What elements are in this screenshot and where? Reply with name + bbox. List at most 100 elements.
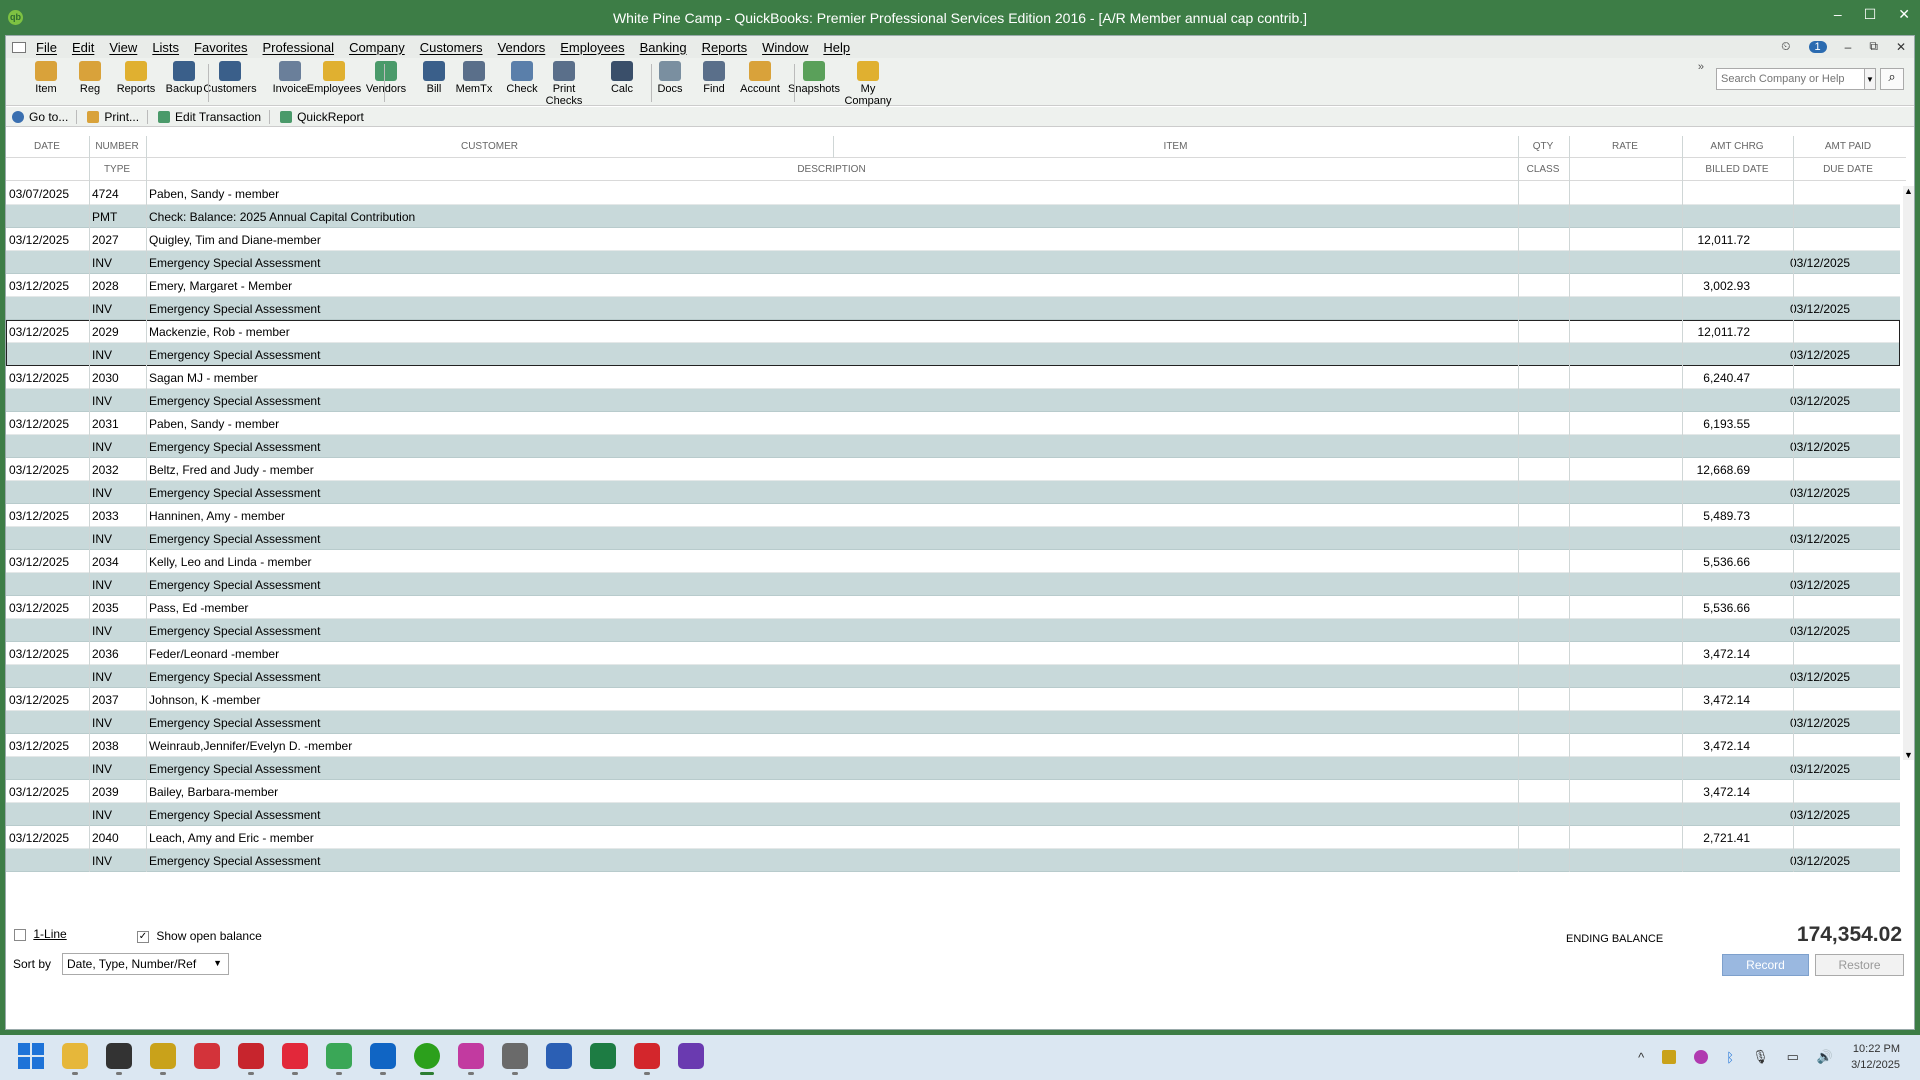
toolbar-employees-button[interactable]: Employees (306, 61, 362, 95)
taskbar-outlook-icon[interactable] (370, 1043, 396, 1075)
cell-number[interactable]: 2029 (92, 325, 119, 339)
menu-view[interactable]: View (109, 40, 137, 55)
col-type[interactable]: TYPE (89, 164, 145, 175)
col-item[interactable]: ITEM (834, 141, 1517, 152)
col-amt-chrg[interactable]: AMT CHRG (1682, 141, 1792, 152)
cell-type[interactable]: INV (92, 394, 112, 408)
search-company-input[interactable] (1716, 68, 1866, 90)
cell-number[interactable]: 2039 (92, 785, 119, 799)
cell-amt-chrg[interactable]: 5,536.66 (1703, 601, 1750, 615)
cell-amt-chrg[interactable]: 6,193.55 (1703, 417, 1750, 431)
scroll-down-icon[interactable]: ▼ (1903, 750, 1914, 760)
cell-description[interactable]: Emergency Special Assessment (149, 578, 320, 592)
cell-due-date[interactable]: 03/12/2025 (1790, 394, 1850, 408)
menu-help[interactable]: Help (823, 40, 850, 55)
transaction-row-detail[interactable]: PMT Check: Balance: 2025 Annual Capital C… (6, 205, 1900, 228)
menu-vendors[interactable]: Vendors (498, 40, 546, 55)
tray-overflow-chevron-icon[interactable]: ^ (1638, 1050, 1644, 1065)
transaction-row-detail[interactable]: INV Emergency Special Assessment 03/12/202… (6, 527, 1900, 550)
cell-date[interactable]: 03/07/2025 (9, 187, 69, 201)
volume-icon[interactable]: 🔊 (1817, 1049, 1833, 1065)
cell-customer[interactable]: Weinraub,Jennifer/Evelyn D. -member (149, 739, 352, 753)
cell-amt-chrg[interactable]: 2,721.41 (1703, 831, 1750, 845)
cell-number[interactable]: 2031 (92, 417, 119, 431)
cell-amt-chrg[interactable]: 6,240.47 (1703, 371, 1750, 385)
menu-banking[interactable]: Banking (640, 40, 687, 55)
cell-type[interactable]: INV (92, 762, 112, 776)
cell-date[interactable]: 03/12/2025 (9, 509, 69, 523)
register-scrollbar[interactable]: ▲ ▼ (1903, 186, 1914, 760)
one-line-checkbox[interactable] (14, 928, 26, 941)
title-bar[interactable]: qb White Pine Camp - QuickBooks: Premier… (0, 0, 1920, 35)
cell-type[interactable]: INV (92, 854, 112, 868)
quickreport-button[interactable]: QuickReport (280, 110, 372, 124)
taskbar-start-icon[interactable] (18, 1043, 44, 1069)
transaction-row-detail[interactable]: INV Emergency Special Assessment 03/12/202… (6, 297, 1900, 320)
search-icon[interactable]: ⌕ (1880, 68, 1904, 90)
cell-description[interactable]: Check: Balance: 2025 Annual Capital Cont… (149, 210, 415, 224)
taskbar-vivaldi-icon[interactable] (282, 1043, 308, 1075)
child-minimize-button[interactable]: – (1845, 40, 1852, 54)
cell-date[interactable]: 03/12/2025 (9, 555, 69, 569)
restore-button[interactable]: Restore (1815, 954, 1904, 976)
transaction-row-detail[interactable]: INV Emergency Special Assessment 03/12/202… (6, 389, 1900, 412)
cell-description[interactable]: Emergency Special Assessment (149, 486, 320, 500)
cell-due-date[interactable]: 03/12/2025 (1790, 762, 1850, 776)
cell-amt-chrg[interactable]: 3,472.14 (1703, 647, 1750, 661)
child-close-button[interactable]: ✕ (1896, 40, 1906, 54)
close-button[interactable]: ✕ (1898, 6, 1910, 23)
cell-due-date[interactable]: 03/12/2025 (1790, 808, 1850, 822)
transaction-row-main[interactable]: 03/12/2025 2039 Bailey, Barbara-member 3,47… (6, 780, 1900, 803)
toolbar-my-company-button[interactable]: My Company (840, 61, 896, 107)
window-menu-icon[interactable] (12, 41, 26, 53)
col-date[interactable]: DATE (6, 141, 88, 152)
cell-amt-chrg[interactable]: 3,002.93 (1703, 279, 1750, 293)
menu-reports[interactable]: Reports (702, 40, 748, 55)
taskbar-app-notebook-icon[interactable] (150, 1043, 176, 1075)
one-line-toggle[interactable]: 1-Line (14, 927, 67, 941)
cell-date[interactable]: 03/12/2025 (9, 325, 69, 339)
col-billed-date[interactable]: BILLED DATE (1682, 164, 1792, 175)
transaction-row-main[interactable]: 03/12/2025 2035 Pass, Ed -member 5,536.66 (6, 596, 1900, 619)
child-restore-button[interactable]: ⧉ (1869, 39, 1878, 54)
taskbar-app-stack-icon[interactable] (194, 1043, 220, 1069)
cell-due-date[interactable]: 03/12/2025 (1790, 486, 1850, 500)
transaction-row-detail[interactable]: INV Emergency Special Assessment 03/12/202… (6, 711, 1900, 734)
maximize-button[interactable]: ☐ (1864, 6, 1877, 23)
cell-customer[interactable]: Leach, Amy and Eric - member (149, 831, 314, 845)
edit-transaction-button[interactable]: Edit Transaction (158, 109, 271, 124)
cell-type[interactable]: INV (92, 670, 112, 684)
cell-number[interactable]: 2037 (92, 693, 119, 707)
cell-amt-chrg[interactable]: 12,011.72 (1698, 233, 1751, 247)
cell-number[interactable]: 2038 (92, 739, 119, 753)
sort-by-dropdown[interactable]: Date, Type, Number/Ref ▼ (62, 953, 229, 975)
cell-customer[interactable]: Bailey, Barbara-member (149, 785, 278, 799)
cell-type[interactable]: INV (92, 348, 112, 362)
cell-type[interactable]: INV (92, 716, 112, 730)
taskbar-acrobat-icon[interactable] (634, 1043, 660, 1075)
transaction-row-main[interactable]: 03/12/2025 2040 Leach, Amy and Eric - memb… (6, 826, 1900, 849)
transaction-row-main[interactable]: 03/12/2025 2028 Emery, Margaret - Member 3,… (6, 274, 1900, 297)
transaction-row-main[interactable]: 03/12/2025 2033 Hanninen, Amy - member 5,48… (6, 504, 1900, 527)
cell-due-date[interactable]: 03/12/2025 (1790, 578, 1850, 592)
cell-customer[interactable]: Hanninen, Amy - member (149, 509, 285, 523)
taskbar-quickbooks-icon[interactable] (414, 1043, 440, 1075)
cell-date[interactable]: 03/12/2025 (9, 233, 69, 247)
cell-description[interactable]: Emergency Special Assessment (149, 624, 320, 638)
goto-button[interactable]: Go to... (12, 109, 78, 124)
cell-type[interactable]: INV (92, 808, 112, 822)
cell-description[interactable]: Emergency Special Assessment (149, 808, 320, 822)
cell-customer[interactable]: Paben, Sandy - member (149, 417, 279, 431)
toolbar-customers-button[interactable]: Customers (202, 61, 258, 95)
taskbar-app-snip-icon[interactable] (458, 1043, 484, 1075)
col-customer[interactable]: CUSTOMER (146, 141, 833, 152)
cell-description[interactable]: Emergency Special Assessment (149, 302, 320, 316)
cell-number[interactable]: 2035 (92, 601, 119, 615)
transaction-row-main[interactable]: 03/12/2025 2032 Beltz, Fred and Judy - mem… (6, 458, 1900, 481)
cell-amt-chrg[interactable]: 3,472.14 (1703, 739, 1750, 753)
cell-customer[interactable]: Mackenzie, Rob - member (149, 325, 290, 339)
menu-window[interactable]: Window (762, 40, 808, 55)
cell-amt-chrg[interactable]: 5,489.73 (1703, 509, 1750, 523)
cell-customer[interactable]: Johnson, K -member (149, 693, 260, 707)
cell-customer[interactable]: Pass, Ed -member (149, 601, 248, 615)
